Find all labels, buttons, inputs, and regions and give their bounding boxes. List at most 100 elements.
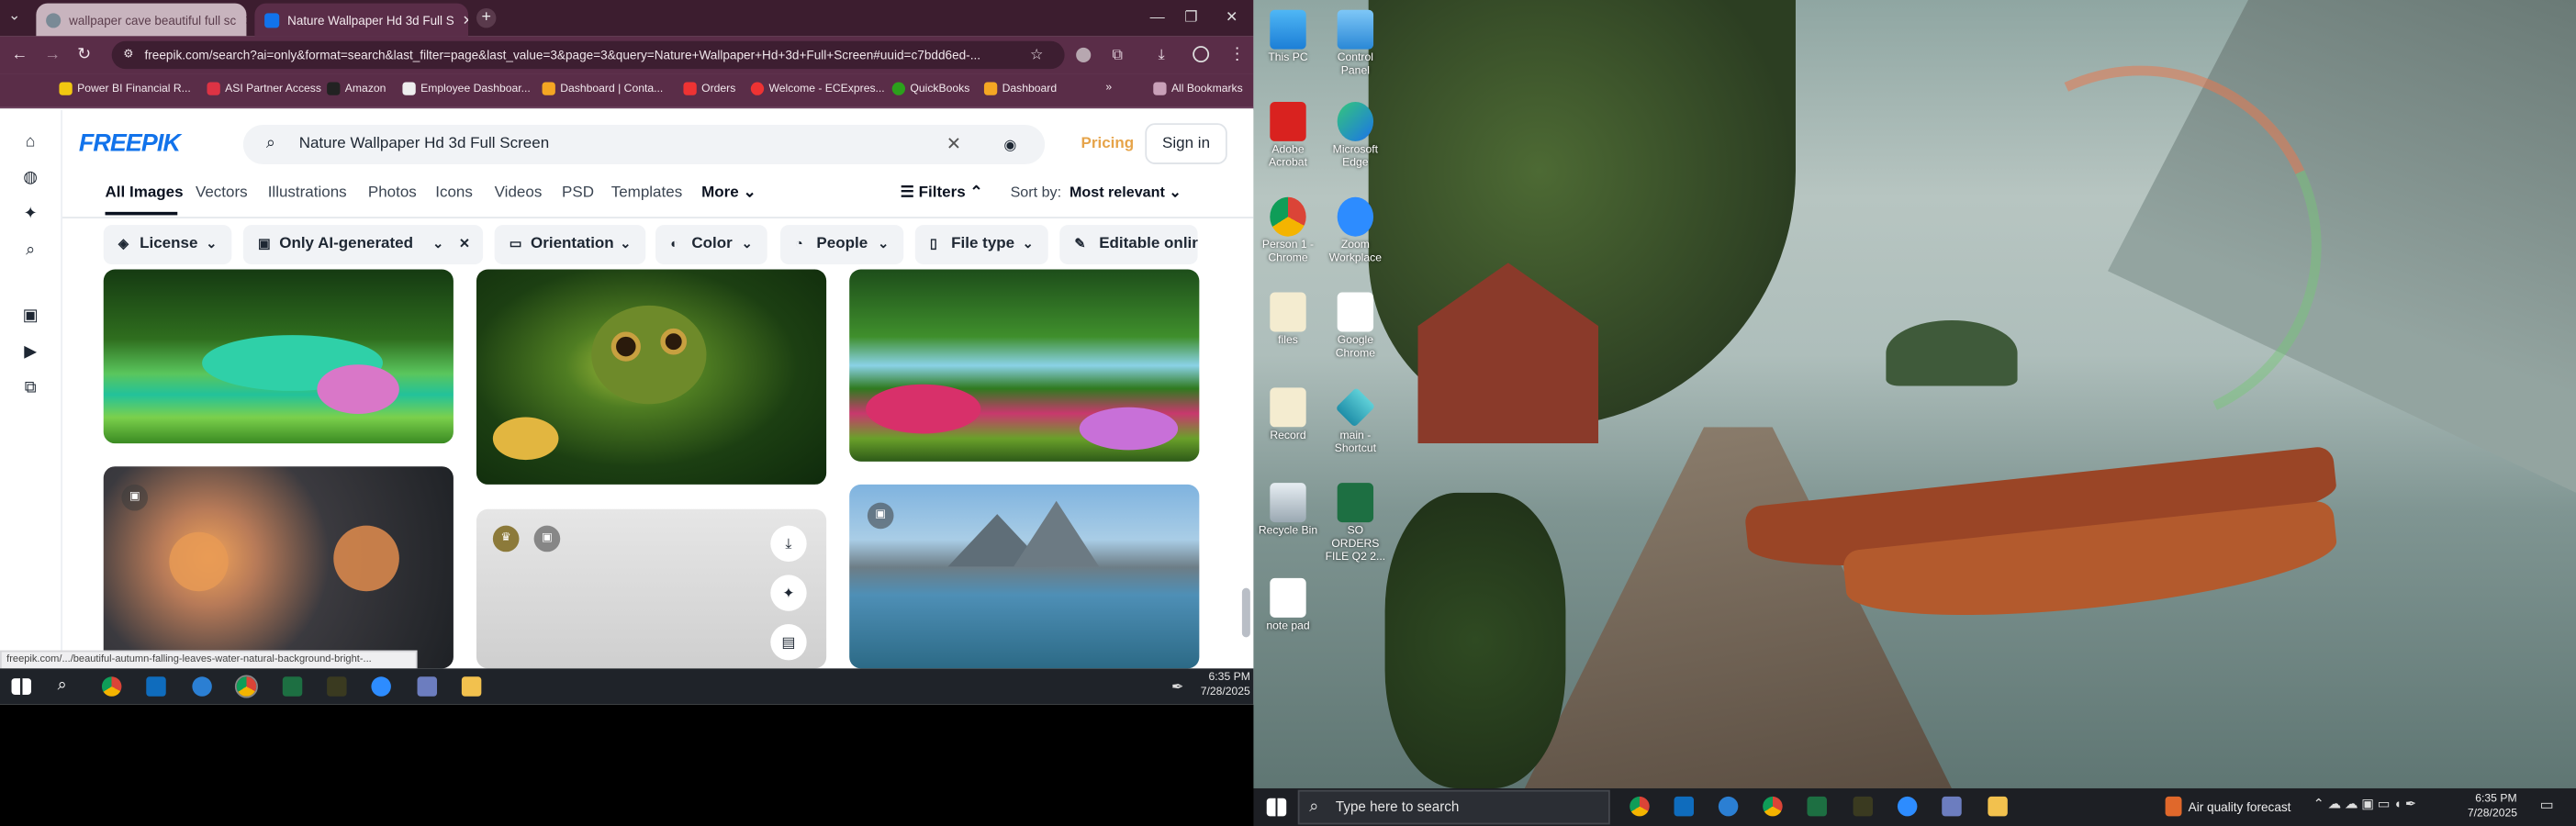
clear-search-icon[interactable]: ✕ (946, 125, 961, 164)
chrome-icon[interactable] (101, 676, 122, 697)
freepik-logo[interactable]: FREEPIK (79, 129, 181, 157)
desktop-icon-main-shortcut[interactable]: main - Shortcut (1323, 386, 1389, 456)
image-icon[interactable]: ▣ (21, 307, 39, 326)
bookmark-item[interactable]: Dashboard (983, 82, 1057, 95)
bookmark-item[interactable]: Power BI Financial R... (59, 82, 191, 95)
bookmark-item[interactable]: Dashboard | Conta... (542, 82, 663, 95)
search-icon[interactable]: ⌕ (21, 241, 39, 260)
download-icon[interactable]: ⤓ (1159, 46, 1165, 64)
sticky-notes-icon[interactable] (327, 676, 347, 697)
notification-icon[interactable]: ▭ (2540, 797, 2554, 815)
menu-kebab-icon[interactable]: ⋮ (1229, 46, 1246, 64)
desktop-icon-zoom[interactable]: Zoom Workplace (1323, 196, 1389, 266)
taskbar-search-input[interactable]: ⌕ Type here to search (1297, 789, 1610, 825)
tab-illustrations[interactable]: Illustrations (268, 184, 347, 202)
search-input[interactable]: ⌕ Nature Wallpaper Hd 3d Full Screen ✕ ◉ (242, 125, 1046, 164)
desktop-icon-google-chrome[interactable]: Google Chrome (1323, 292, 1389, 362)
filter-license[interactable]: ◈ License ⌄ (103, 225, 232, 265)
chrome-icon[interactable] (1630, 796, 1650, 817)
filter-people[interactable]: ◔ People ⌄ (780, 225, 904, 265)
tab-photos[interactable]: Photos (368, 184, 417, 202)
chrome-active-icon[interactable] (1763, 796, 1783, 817)
tab-videos[interactable]: Videos (495, 184, 543, 202)
close-tab-icon[interactable]: ✕ (463, 12, 468, 27)
pen-icon[interactable]: ✒ (1171, 676, 1191, 696)
filter-editable-online[interactable]: ✎Editable online (1059, 225, 1198, 265)
calculator-icon[interactable] (1942, 796, 1962, 817)
page-scrollbar[interactable] (1241, 587, 1250, 638)
save-collection-icon[interactable]: ▤ (770, 624, 807, 661)
sign-in-button[interactable]: Sign in (1145, 123, 1227, 164)
ai-edit-icon[interactable]: ✦ (770, 575, 807, 611)
tab-more[interactable]: More ⌄ (701, 184, 756, 202)
address-bar[interactable]: ⚙ freepik.com/search?ai=only&format=sear… (111, 40, 1065, 70)
filter-ai-generated[interactable]: ▣ Only AI-generated ⌄ ✕ (242, 225, 484, 265)
start-icon[interactable] (1266, 798, 1287, 817)
close-tab-icon[interactable]: ✕ (244, 12, 246, 27)
result-image[interactable] (476, 269, 827, 485)
all-bookmarks[interactable]: All Bookmarks (1153, 82, 1243, 95)
result-image[interactable] (103, 269, 454, 444)
desktop-icon-so-orders[interactable]: SO ORDERS FILE Q2 2... (1323, 483, 1389, 564)
bookmark-item[interactable]: QuickBooks (891, 82, 969, 95)
filter-color[interactable]: ◐ Color ⌄ (655, 225, 767, 265)
globe-icon[interactable]: ◍ (21, 169, 39, 187)
remove-filter-icon[interactable]: ✕ (459, 225, 470, 264)
tab-search-icon[interactable]: ⌄ (8, 6, 21, 25)
camera-search-icon[interactable]: ◉ (1003, 125, 1016, 164)
filters-button[interactable]: ☰ Filters ⌃ (901, 184, 983, 202)
bookmark-item[interactable]: Orders (683, 82, 735, 95)
outlook-icon[interactable] (146, 676, 166, 697)
desktop-icon-record[interactable]: Record (1255, 387, 1321, 443)
result-image[interactable]: ▣ (103, 466, 454, 669)
desktop-icon-recycle-bin[interactable]: Recycle Bin (1255, 483, 1321, 539)
tab-psd[interactable]: PSD (562, 184, 594, 202)
tab-wallpaper-cave[interactable]: wallpaper cave beautiful full sc ✕ (36, 3, 247, 37)
assets-icon[interactable]: ⧉ (21, 379, 39, 397)
search-icon[interactable]: ⌕ (58, 676, 77, 696)
bookmark-star-icon[interactable]: ☆ (1030, 46, 1043, 64)
tab-vectors[interactable]: Vectors (196, 184, 248, 202)
bookmark-item[interactable]: Welcome - ECExpres... (750, 82, 885, 95)
clock-right[interactable]: 6:35 PM 7/28/2025 (2468, 792, 2517, 821)
pricing-link[interactable]: Pricing (1081, 135, 1135, 153)
home-icon[interactable]: ⌂ (21, 133, 39, 151)
zoom-icon[interactable] (1897, 796, 1918, 817)
extensions-puzzle-icon[interactable]: ⧉ (1113, 46, 1124, 64)
sort-dropdown[interactable]: Most relevant ⌄ (1070, 184, 1182, 202)
calculator-icon[interactable] (417, 676, 438, 697)
tab-icons[interactable]: Icons (435, 184, 473, 202)
tab-templates[interactable]: Templates (611, 184, 683, 202)
filter-file-type[interactable]: ▯ File type ⌄ (914, 225, 1048, 265)
back-icon[interactable]: ← (12, 46, 28, 64)
close-window-icon[interactable]: ✕ (1226, 8, 1238, 27)
excel-icon[interactable] (1807, 796, 1827, 817)
file-explorer-icon[interactable] (461, 676, 482, 697)
result-image[interactable]: ▣ (849, 484, 1200, 669)
tab-all-images[interactable]: All Images (106, 184, 184, 202)
clock-left[interactable]: 6:35 PM 7/28/2025 (1194, 670, 1250, 699)
desktop-icon-this-pc[interactable]: This PC (1255, 9, 1321, 66)
chrome-active-icon[interactable] (234, 675, 258, 698)
desktop-icon-edge[interactable]: Microsoft Edge (1323, 101, 1389, 171)
system-tray-icons[interactable]: ⌃ ☁ ☁ ▣ ▭ ◖ ✒ (2313, 797, 2416, 811)
air-quality-icon[interactable] (2165, 796, 2182, 817)
edge-icon[interactable] (1718, 796, 1739, 817)
desktop-icon-adobe-acrobat[interactable]: Adobe Acrobat (1255, 101, 1321, 171)
bookmark-item[interactable]: ASI Partner Access (207, 82, 321, 95)
new-tab-button[interactable]: + (476, 7, 497, 28)
download-icon[interactable]: ⤓ (770, 525, 807, 563)
outlook-icon[interactable] (1674, 796, 1695, 817)
desktop-icon-files[interactable]: files (1255, 292, 1321, 349)
sticky-notes-icon[interactable] (1853, 796, 1874, 817)
more-bookmarks-icon[interactable]: » (1105, 82, 1112, 94)
filter-orientation[interactable]: ▭ Orientation ⌄ (494, 225, 646, 265)
result-image-loading[interactable]: ♛ ▣ ⤓ ✦ ▤ (476, 508, 827, 669)
video-icon[interactable]: ▶ (21, 343, 39, 362)
weather-widget[interactable]: Air quality forecast (2189, 800, 2291, 815)
bookmark-item[interactable]: Employee Dashboar... (402, 82, 531, 95)
excel-icon[interactable] (282, 676, 303, 697)
edge-icon[interactable] (192, 676, 212, 697)
start-icon[interactable] (11, 678, 32, 695)
file-explorer-icon[interactable] (1988, 796, 2008, 817)
